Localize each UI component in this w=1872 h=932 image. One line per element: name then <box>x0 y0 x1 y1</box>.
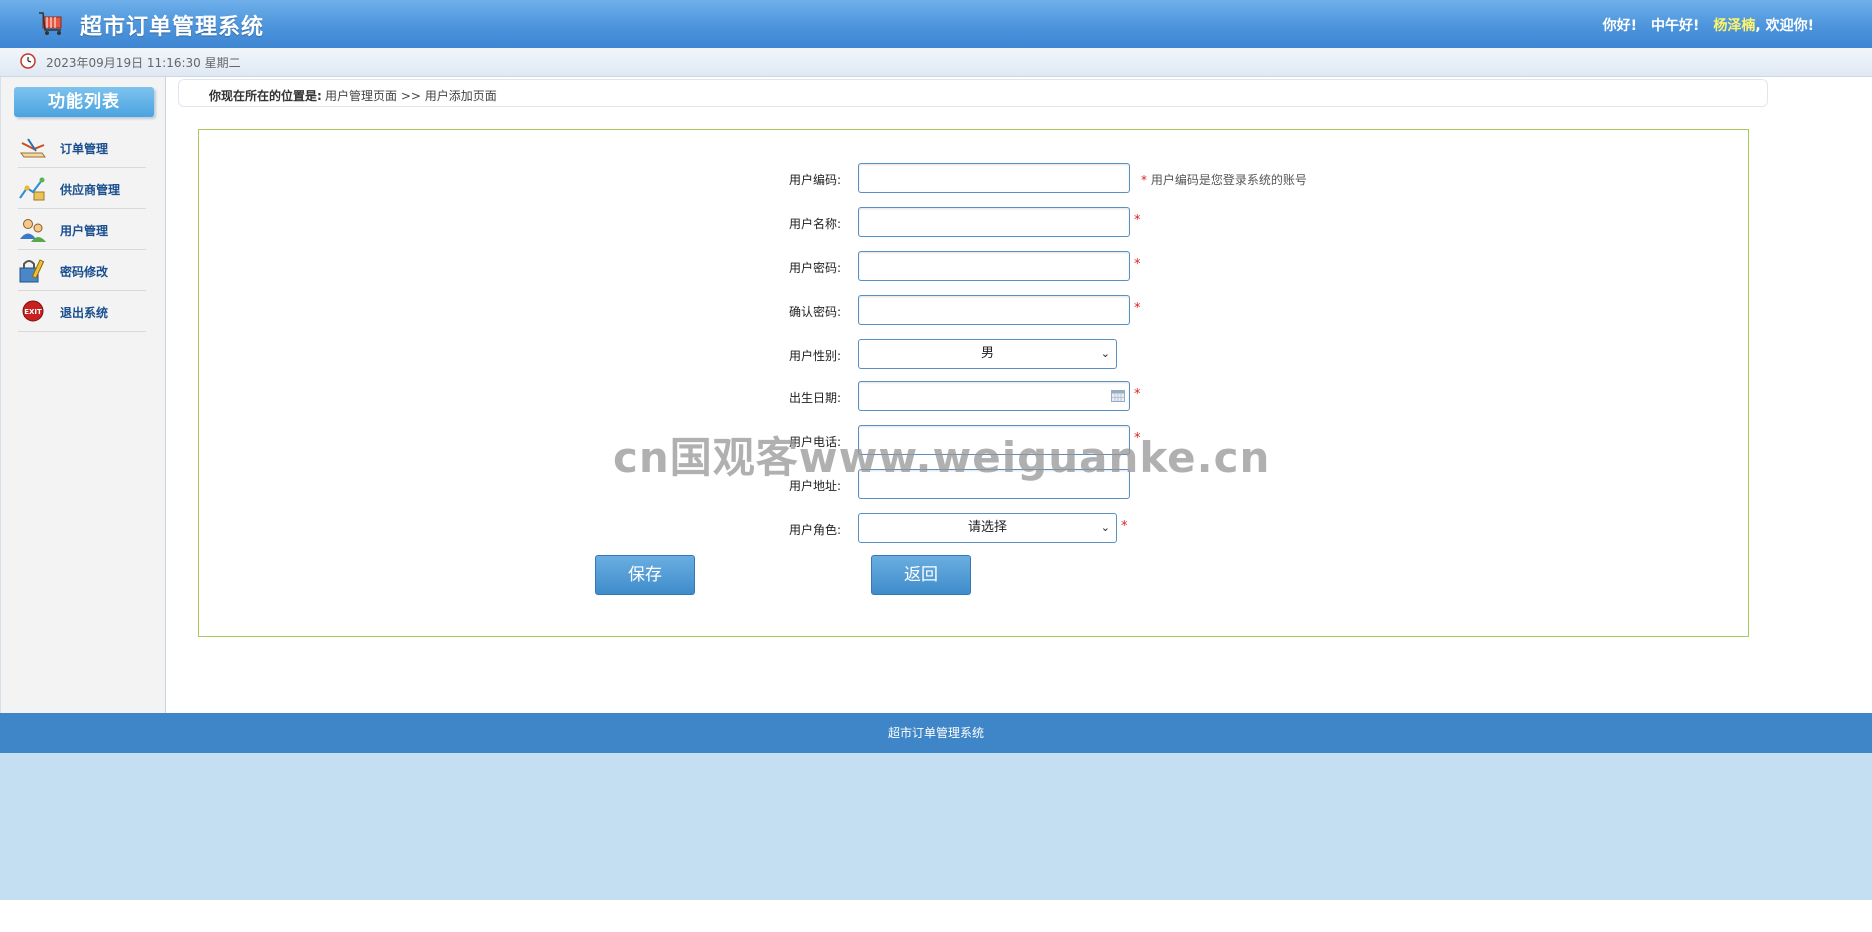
save-button[interactable]: 保存 <box>595 555 695 595</box>
chevron-down-icon: ⌄ <box>1100 347 1110 360</box>
datetime-bar <box>0 48 1872 77</box>
user-add-form: 用户编码: * 用户编码是您登录系统的账号 用户名称: * 用户密码: * 确认… <box>198 129 1749 637</box>
sidebar-title: 功能列表 <box>14 87 154 117</box>
sidebar-item-label: 密码修改 <box>60 265 109 279</box>
sidebar-item-label: 供应商管理 <box>60 183 121 197</box>
confirm-password-label: 确认密码: <box>789 305 842 319</box>
current-datetime: 2023年09月19日 11:16:30 星期二 <box>46 56 241 70</box>
sidebar-item-password[interactable]: 密码修改 <box>18 250 146 291</box>
user-code-hint: * 用户编码是您登录系统的账号 <box>1141 171 1307 188</box>
user-name-label: 用户名称: <box>789 217 842 231</box>
password-icon <box>19 259 45 283</box>
required-mark: * <box>1134 213 1141 228</box>
address-label: 用户地址: <box>789 479 842 493</box>
users-icon <box>20 219 46 242</box>
user-password-input[interactable] <box>858 251 1130 281</box>
required-mark: * <box>1134 301 1141 316</box>
sidebar-item-label: 用户管理 <box>60 224 109 238</box>
app-title: 超市订单管理系统 <box>80 15 265 40</box>
required-mark: * <box>1134 431 1141 446</box>
shopping-cart-icon <box>39 12 62 35</box>
user-name-input[interactable] <box>858 207 1130 237</box>
gender-selected-value: 男 <box>980 346 994 361</box>
supplier-icon <box>19 177 45 201</box>
address-input[interactable] <box>858 469 1130 499</box>
clock-icon <box>20 53 36 69</box>
required-mark: * <box>1134 257 1141 272</box>
sidebar-item-suppliers[interactable]: 供应商管理 <box>18 168 146 209</box>
svg-text:EXIT: EXIT <box>24 308 42 316</box>
sidebar-item-users[interactable]: 用户管理 <box>18 209 146 250</box>
confirm-password-input[interactable] <box>858 295 1130 325</box>
sidebar-item-label: 订单管理 <box>60 142 109 156</box>
exit-icon: EXIT <box>22 300 44 322</box>
order-icon <box>20 138 46 158</box>
phone-input[interactable] <box>858 425 1130 455</box>
username: 杨泽楠 <box>1713 18 1756 34</box>
role-selected-value: 请选择 <box>967 520 1007 535</box>
user-password-label: 用户密码: <box>789 261 842 275</box>
required-mark: * <box>1134 387 1141 402</box>
calendar-icon[interactable] <box>1111 390 1125 402</box>
birthday-input[interactable] <box>858 381 1130 411</box>
sidebar-item-exit[interactable]: EXIT 退出系统 <box>18 291 146 332</box>
user-code-hint-text: 用户编码是您登录系统的账号 <box>1150 173 1307 187</box>
top-header: 超市订单管理系统 你好! 中午好! 杨泽楠, 欢迎你! <box>0 0 1872 48</box>
back-button[interactable]: 返回 <box>871 555 971 595</box>
phone-label: 用户电话: <box>789 435 842 449</box>
greeting-welcome: , 欢迎你! <box>1755 18 1814 34</box>
footer: 超市订单管理系统 <box>0 713 1872 753</box>
role-label: 用户角色: <box>789 523 842 537</box>
user-code-label: 用户编码: <box>789 173 842 187</box>
gender-select[interactable]: 男 ⌄ <box>858 339 1117 369</box>
required-mark: * <box>1121 519 1128 534</box>
chevron-down-icon: ⌄ <box>1100 521 1110 534</box>
birthday-label: 出生日期: <box>789 391 842 405</box>
gender-label: 用户性别: <box>789 349 842 363</box>
breadcrumb-prefix: 你现在所在的位置是: <box>209 89 322 103</box>
breadcrumb: 你现在所在的位置是: 用户管理页面 >> 用户添加页面 <box>178 79 1768 107</box>
role-select[interactable]: 请选择 ⌄ <box>858 513 1117 543</box>
sidebar-item-orders[interactable]: 订单管理 <box>18 127 146 168</box>
user-code-input[interactable] <box>858 163 1130 193</box>
greeting: 你好! 中午好! 杨泽楠, 欢迎你! <box>1603 15 1814 35</box>
sidebar-item-label: 退出系统 <box>60 306 109 320</box>
required-mark: * <box>1141 173 1147 187</box>
bottom-band <box>0 753 1872 900</box>
greeting-noon: 中午好! <box>1651 18 1700 34</box>
greeting-hello: 你好! <box>1602 18 1638 34</box>
breadcrumb-path: 用户管理页面 >> 用户添加页面 <box>325 89 497 103</box>
